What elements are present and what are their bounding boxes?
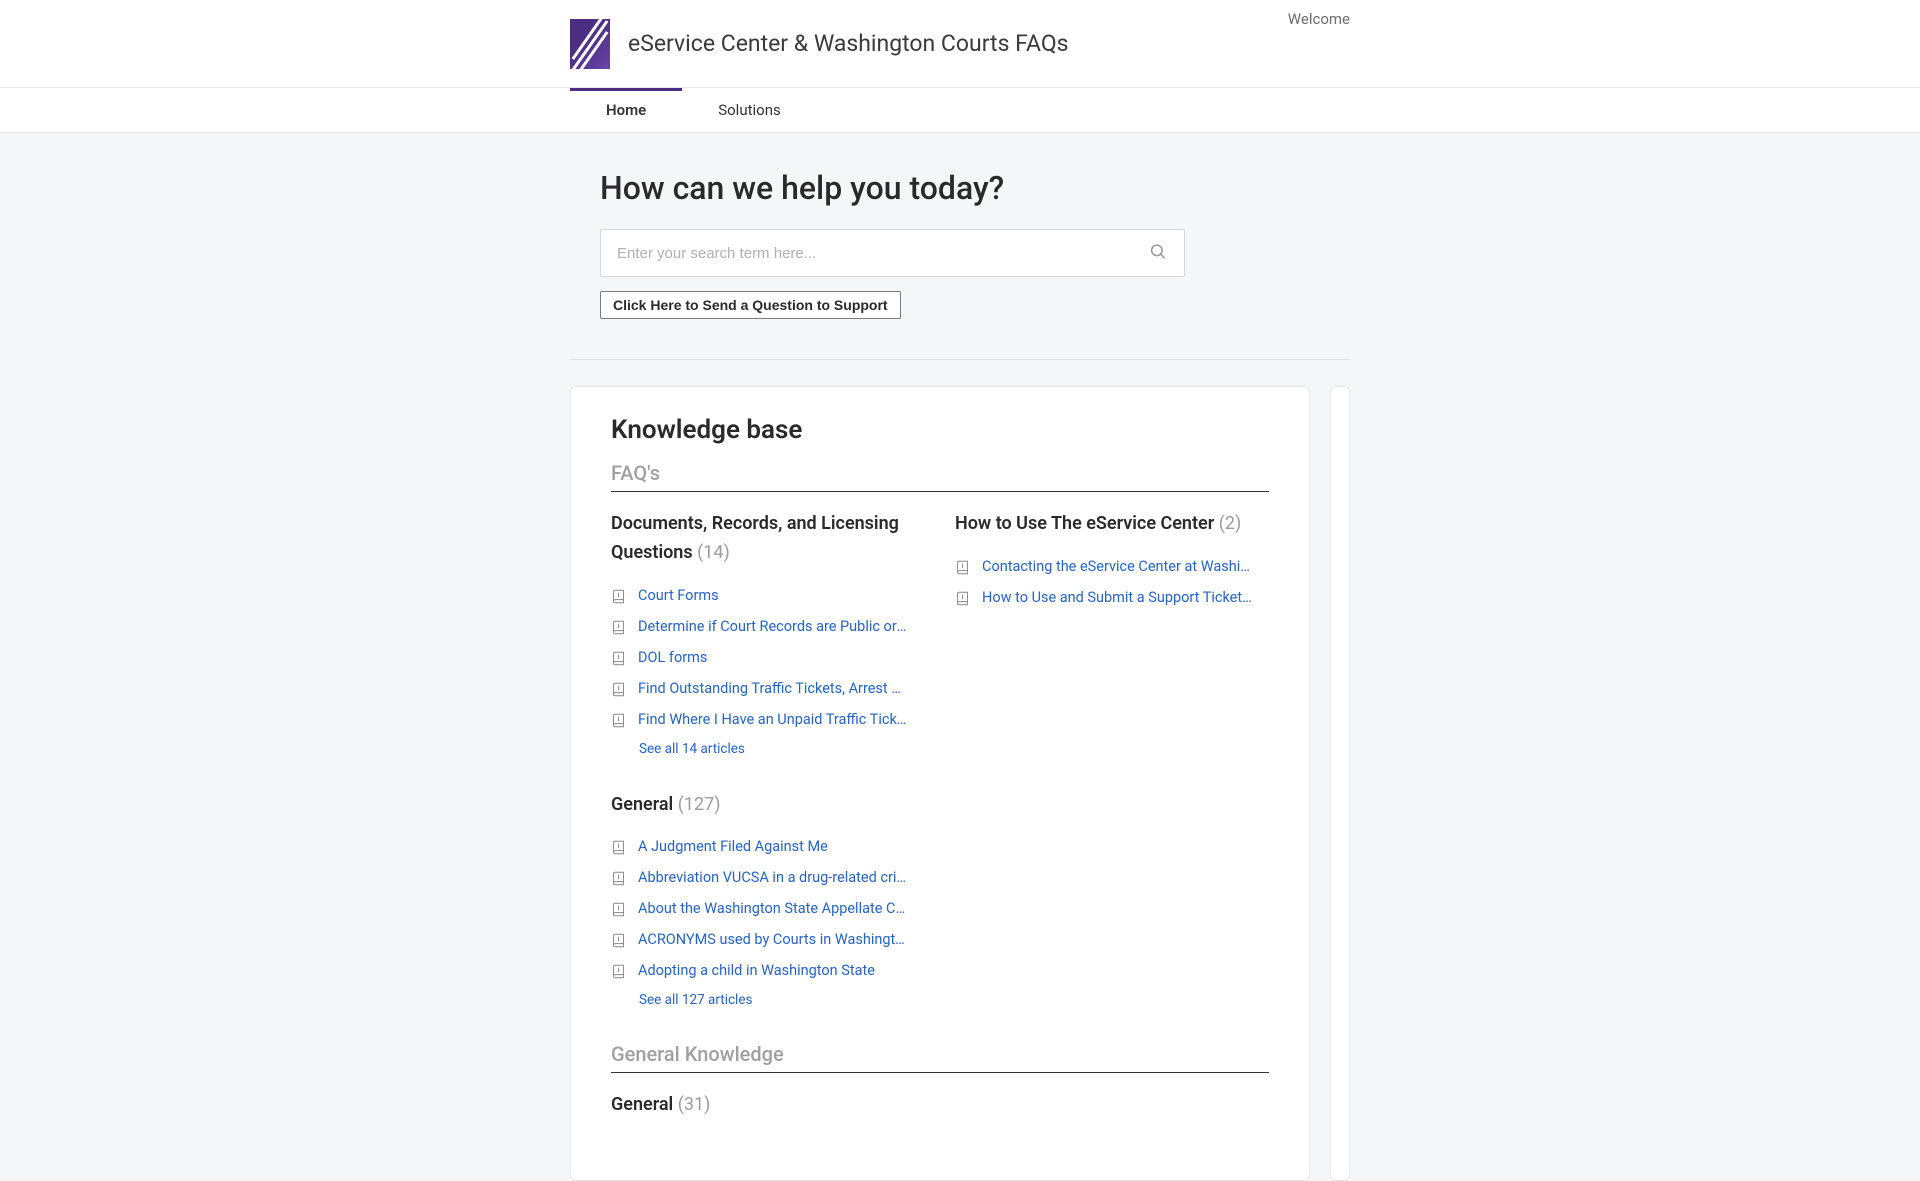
- search-input[interactable]: [600, 229, 1185, 277]
- section-heading-general-knowledge[interactable]: General Knowledge: [611, 1042, 1269, 1073]
- article-link[interactable]: Abbreviation VUCSA in a drug-related cri…: [638, 869, 908, 886]
- category-title-text: General: [611, 794, 673, 815]
- book-icon: [955, 591, 970, 606]
- search-button[interactable]: [1141, 235, 1175, 272]
- article-link[interactable]: Find Outstanding Traffic Tickets, Arrest…: [638, 680, 908, 697]
- list-item: DOL forms: [611, 642, 925, 673]
- nav-home[interactable]: Home: [570, 88, 682, 132]
- list-item: Determine if Court Records are Public or…: [611, 611, 925, 642]
- list-item: ACRONYMS used by Courts in Washington: [611, 924, 925, 955]
- category-title-text: Documents, Records, and Licensing Questi…: [611, 513, 899, 563]
- book-icon: [611, 620, 626, 635]
- article-link[interactable]: DOL forms: [638, 649, 707, 666]
- book-icon: [611, 589, 626, 604]
- list-item: Find Where I Have an Unpaid Traffic Tick…: [611, 704, 925, 735]
- category-eservice: How to Use The eService Center (2) Conta…: [955, 510, 1269, 771]
- category-title-general[interactable]: General (127): [611, 791, 925, 820]
- list-item: Contacting the eService Center at Washin…: [955, 551, 1269, 582]
- category-count: (2): [1219, 513, 1242, 534]
- list-item: Find Outstanding Traffic Tickets, Arrest…: [611, 673, 925, 704]
- book-icon: [611, 651, 626, 666]
- book-icon: [611, 871, 626, 886]
- category-count: (31): [678, 1094, 711, 1115]
- list-item: About the Washington State Appellate Cou…: [611, 893, 925, 924]
- send-question-button[interactable]: Click Here to Send a Question to Support: [600, 291, 901, 319]
- nav-bar: Home Solutions: [0, 88, 1920, 133]
- search-icon: [1149, 243, 1167, 261]
- side-panel: [1330, 386, 1350, 1181]
- divider: [570, 359, 1350, 360]
- site-title[interactable]: eService Center & Washington Courts FAQs: [628, 30, 1069, 57]
- category-title-eservice[interactable]: How to Use The eService Center (2): [955, 510, 1269, 539]
- site-logo[interactable]: [570, 19, 610, 69]
- article-link[interactable]: Find Where I Have an Unpaid Traffic Tick…: [638, 711, 908, 728]
- book-icon: [611, 964, 626, 979]
- search-box: [600, 229, 1185, 277]
- category-documents: Documents, Records, and Licensing Questi…: [611, 510, 925, 771]
- list-item: A Judgment Filed Against Me: [611, 831, 925, 862]
- article-link[interactable]: About the Washington State Appellate Cou…: [638, 900, 908, 917]
- book-icon: [611, 902, 626, 917]
- book-icon: [611, 840, 626, 855]
- category-general-31: General (31): [611, 1091, 925, 1132]
- kb-title: Knowledge base: [611, 415, 1269, 445]
- article-link[interactable]: How to Use and Submit a Support Ticket a…: [982, 589, 1252, 606]
- category-count: (14): [697, 542, 730, 563]
- category-title-text: General: [611, 1094, 673, 1115]
- category-general-127: General (127) A Judgment Filed Against M…: [611, 791, 925, 1023]
- book-icon: [611, 713, 626, 728]
- article-link[interactable]: Adopting a child in Washington State: [638, 962, 875, 979]
- list-item: Abbreviation VUCSA in a drug-related cri…: [611, 862, 925, 893]
- see-all-link[interactable]: See all 127 articles: [639, 992, 752, 1008]
- article-link[interactable]: A Judgment Filed Against Me: [638, 838, 828, 855]
- article-link[interactable]: Court Forms: [638, 587, 719, 604]
- category-title-general-31[interactable]: General (31): [611, 1091, 925, 1120]
- list-item: How to Use and Submit a Support Ticket a…: [955, 582, 1269, 613]
- category-title-documents[interactable]: Documents, Records, and Licensing Questi…: [611, 510, 925, 568]
- nav-solutions[interactable]: Solutions: [682, 88, 817, 132]
- article-link[interactable]: ACRONYMS used by Courts in Washington: [638, 931, 908, 948]
- help-title: How can we help you today?: [600, 169, 1350, 207]
- book-icon: [955, 560, 970, 575]
- article-link[interactable]: Determine if Court Records are Public or…: [638, 618, 908, 635]
- knowledge-base-card: Knowledge base FAQ's Documents, Records,…: [570, 386, 1310, 1181]
- category-count: (127): [678, 794, 721, 815]
- list-item: Adopting a child in Washington State: [611, 955, 925, 986]
- book-icon: [611, 933, 626, 948]
- book-icon: [611, 682, 626, 697]
- article-link[interactable]: Contacting the eService Center at Washin…: [982, 558, 1252, 575]
- see-all-link[interactable]: See all 14 articles: [639, 741, 745, 757]
- list-item: Court Forms: [611, 580, 925, 611]
- category-title-text: How to Use The eService Center: [955, 513, 1214, 534]
- section-heading-faqs[interactable]: FAQ's: [611, 461, 1269, 492]
